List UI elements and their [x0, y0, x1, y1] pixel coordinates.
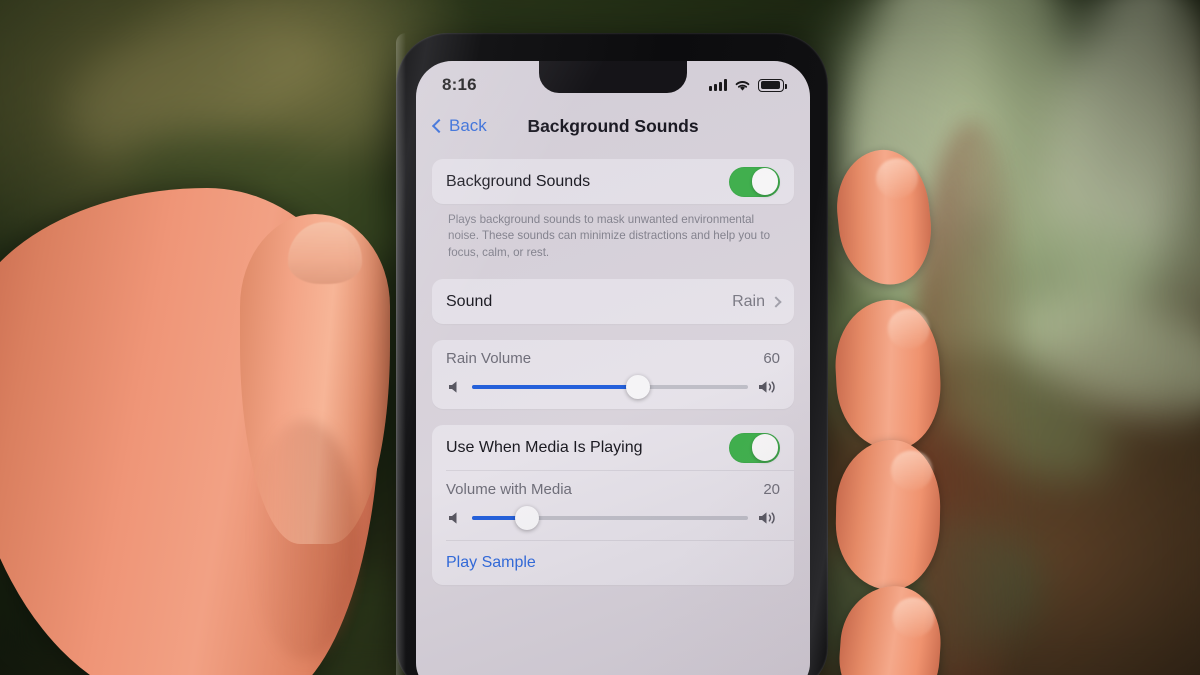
phone-device: 8:16 Back Background Sounds Background S… — [396, 33, 828, 675]
rain-volume-card: Rain Volume 60 — [432, 340, 794, 410]
use-when-media-row[interactable]: Use When Media Is Playing — [432, 425, 794, 470]
chevron-right-icon — [770, 296, 782, 308]
navigation-bar: Back Background Sounds — [416, 103, 810, 149]
sound-row[interactable]: Sound Rain — [432, 279, 794, 324]
finger-3 — [834, 439, 942, 591]
toggle-knob — [751, 434, 779, 461]
background-sounds-footnote: Plays background sounds to mask unwanted… — [448, 213, 771, 259]
rain-volume-fill — [472, 385, 638, 390]
back-button-label: Back — [449, 116, 487, 135]
sound-card: Sound Rain — [432, 279, 794, 325]
speaker-low-icon — [446, 379, 463, 395]
back-button[interactable]: Back — [431, 116, 487, 136]
status-bar-time: 8:16 — [442, 75, 477, 94]
phone-side-rail — [396, 33, 406, 675]
rain-volume-slider-knob[interactable] — [625, 375, 650, 400]
toggle-knob — [751, 168, 779, 195]
media-card: Use When Media Is Playing Volume with Me… — [432, 425, 794, 586]
background-sounds-label: Background Sounds — [446, 172, 591, 190]
rain-volume-label: Rain Volume — [446, 350, 532, 368]
chevron-left-icon — [431, 118, 447, 134]
palm-crease — [250, 420, 360, 660]
rain-volume-block: Rain Volume 60 — [432, 340, 794, 409]
cellular-bars-icon — [709, 79, 727, 91]
media-volume-slider-knob[interactable] — [515, 506, 540, 531]
background-sounds-toggle[interactable] — [729, 166, 780, 197]
media-volume-value: 20 — [763, 481, 780, 499]
speaker-low-icon — [446, 510, 463, 526]
media-volume-label: Volume with Media — [446, 481, 572, 499]
wifi-icon — [735, 80, 750, 91]
use-when-media-toggle[interactable] — [729, 432, 780, 463]
play-sample-label: Play Sample — [446, 554, 536, 572]
sound-value: Rain — [732, 292, 765, 310]
media-volume-block: Volume with Media 20 — [432, 471, 794, 540]
background-sounds-card: Background Sounds — [432, 159, 794, 204]
speaker-high-icon — [757, 379, 780, 395]
play-sample-row[interactable]: Play Sample — [432, 541, 794, 585]
speaker-high-icon — [757, 510, 780, 526]
sound-label: Sound — [446, 292, 493, 310]
rain-volume-slider[interactable] — [472, 375, 748, 400]
settings-content: Background Sounds Plays background sound… — [416, 149, 810, 586]
battery-icon — [758, 78, 787, 92]
screenshot-scene: 8:16 Back Background Sounds Background S… — [0, 0, 1200, 675]
background-sounds-row[interactable]: Background Sounds — [432, 159, 794, 204]
screen-notch — [539, 61, 687, 93]
use-when-media-label: Use When Media Is Playing — [446, 438, 643, 456]
rain-volume-value: 60 — [763, 350, 780, 368]
phone-screen: 8:16 Back Background Sounds Background S… — [416, 61, 810, 675]
media-volume-slider[interactable] — [472, 506, 748, 531]
